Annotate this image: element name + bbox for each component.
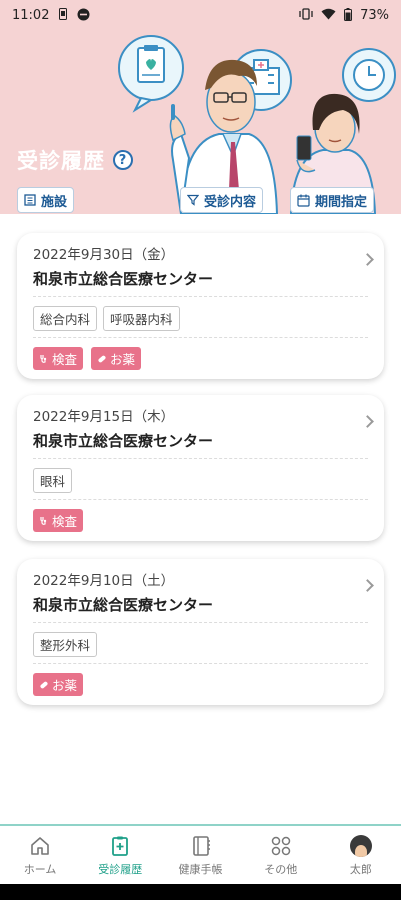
bottom-nav: ホーム 受診履歴 健康手帳 その他 太郎	[0, 824, 401, 884]
status-bar: 11:02 73%	[0, 0, 401, 30]
stethoscope-icon	[40, 354, 47, 363]
facility-icon	[24, 194, 36, 206]
pill-icon	[40, 681, 48, 688]
exam-tag: 検査	[33, 347, 84, 370]
nav-home-label: ホーム	[23, 862, 57, 876]
visit-date: 2022年9月15日（木）	[33, 409, 175, 425]
notebook-icon	[189, 834, 213, 858]
department-list: 整形外科	[33, 632, 98, 657]
battery-icon	[344, 7, 353, 23]
divider	[33, 622, 368, 623]
avatar-wrapper	[349, 834, 373, 858]
calendar-icon	[297, 194, 310, 207]
sim-icon	[59, 8, 68, 22]
content-filter-button[interactable]: 受診内容	[180, 187, 264, 213]
nav-profile-label: 太郎	[349, 862, 372, 876]
hospital-name: 和泉市立総合医療センター	[33, 432, 214, 450]
battery-percent: 73%	[360, 7, 389, 23]
grid-icon	[269, 834, 293, 858]
nav-home[interactable]: ホーム	[0, 826, 80, 884]
record-tag-list: 検査	[33, 509, 84, 532]
dnd-icon	[77, 8, 90, 23]
facility-filter-label: 施設	[41, 194, 68, 210]
filter-icon	[187, 194, 199, 206]
exam-tag: 検査	[33, 509, 84, 532]
hospital-name: 和泉市立総合医療センター	[33, 596, 214, 614]
medicine-tag: お薬	[33, 673, 84, 696]
department-tag: 総合内科	[33, 306, 98, 331]
divider	[33, 337, 368, 338]
medicine-tag-label: お薬	[52, 678, 78, 693]
pill-icon	[98, 355, 106, 362]
medicine-tag-label: お薬	[110, 352, 136, 367]
system-navigation-bar	[0, 884, 401, 900]
nav-health-notebook[interactable]: 健康手帳	[160, 826, 240, 884]
page-title-text: 受診履歴	[17, 149, 105, 173]
visit-card[interactable]: 2022年9月15日（木） 和泉市立総合医療センター 眼科 検査	[17, 395, 384, 541]
department-tag: 呼吸器内科	[103, 306, 180, 331]
nav-other-label: その他	[264, 862, 298, 876]
visit-date: 2022年9月10日（土）	[33, 573, 175, 589]
nav-other[interactable]: その他	[241, 826, 321, 884]
home-icon	[28, 834, 52, 858]
help-icon[interactable]: ?	[113, 150, 133, 170]
stethoscope-icon	[40, 516, 47, 525]
record-tag-list: 検査 お薬	[33, 347, 142, 370]
divider	[33, 296, 368, 297]
vibrate-icon	[299, 8, 313, 22]
period-filter-button[interactable]: 期間指定	[290, 187, 375, 213]
divider	[33, 499, 368, 500]
chevron-right-icon	[361, 415, 374, 428]
nav-profile[interactable]: 太郎	[321, 826, 401, 884]
wifi-icon	[321, 8, 336, 22]
clipboard-icon	[108, 834, 132, 858]
nav-visit-history-label: 受診履歴	[98, 862, 143, 876]
page-title: 受診履歴 ?	[17, 145, 133, 175]
filter-bar: 施設 受診内容 期間指定	[0, 187, 401, 215]
nav-health-notebook-label: 健康手帳	[178, 862, 223, 876]
hospital-name: 和泉市立総合医療センター	[33, 270, 214, 288]
divider	[33, 663, 368, 664]
department-tag: 眼科	[33, 468, 73, 493]
divider	[33, 458, 368, 459]
visit-card[interactable]: 2022年9月30日（金） 和泉市立総合医療センター 総合内科 呼吸器内科 検査…	[17, 233, 384, 379]
period-filter-label: 期間指定	[315, 194, 368, 210]
facility-filter-button[interactable]: 施設	[17, 187, 75, 213]
visit-card[interactable]: 2022年9月10日（土） 和泉市立総合医療センター 整形外科 お薬	[17, 559, 384, 705]
status-time: 11:02	[12, 7, 50, 23]
department-list: 総合内科 呼吸器内科	[33, 306, 180, 331]
department-list: 眼科	[33, 468, 73, 493]
content-filter-label: 受診内容	[204, 194, 257, 210]
exam-tag-label: 検査	[52, 514, 78, 529]
exam-tag-label: 検査	[52, 352, 78, 367]
chevron-right-icon	[361, 579, 374, 592]
nav-visit-history[interactable]: 受診履歴	[80, 826, 160, 884]
chevron-right-icon	[361, 253, 374, 266]
avatar	[349, 834, 372, 857]
visit-date: 2022年9月30日（金）	[33, 247, 175, 263]
medicine-tag: お薬	[91, 347, 142, 370]
department-tag: 整形外科	[33, 632, 98, 657]
record-tag-list: お薬	[33, 673, 84, 696]
